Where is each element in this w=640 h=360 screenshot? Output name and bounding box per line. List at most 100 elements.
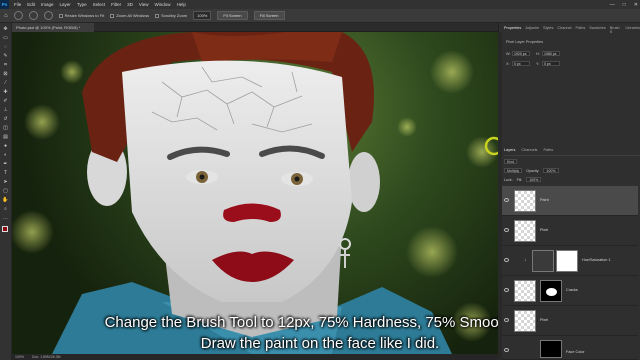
layer-row-paint[interactable]: Paint	[502, 186, 638, 216]
move-tool-icon[interactable]: ✥	[2, 26, 9, 32]
x-field[interactable]: 0 px	[512, 61, 530, 66]
close-button[interactable]: ✕	[634, 2, 638, 8]
layer-name: Hue/Saturation 1	[582, 258, 611, 262]
status-doc-info: Doc: 1.89M/26.3M	[31, 355, 61, 359]
layer-name: Cracks	[566, 288, 578, 292]
document-tab[interactable]: Photo.psd @ 100% (Paint, RGB/8) *	[12, 23, 94, 32]
lasso-tool-icon[interactable]: ◌	[2, 44, 9, 50]
zoom-tool-icon[interactable]: ⌕	[2, 206, 9, 212]
tab-properties[interactable]: Properties	[504, 26, 521, 33]
visibility-eye-icon[interactable]	[504, 258, 509, 262]
menu-view[interactable]: View	[136, 0, 152, 9]
tab-channels[interactable]: Channel	[557, 26, 571, 33]
properties-header: Pixel Layer Properties	[506, 40, 544, 44]
tools-panel: ✥ ▭ ◌ ✎ ⌗ ⊠ ⁄ ✚ ✐ ⊥ ↺ ◫ ▤ ● ◐ ✒ T ➤ ▢ ✋ …	[0, 23, 12, 360]
layer-blend-row: Multiply Opacity: 100%	[504, 168, 559, 173]
lock-label: Lock:	[504, 177, 513, 182]
maximize-button[interactable]: □	[623, 2, 626, 8]
tab-brush-settings[interactable]: Brush S	[610, 26, 622, 34]
eraser-tool-icon[interactable]: ◫	[2, 125, 9, 131]
brush-tool-icon[interactable]: ✐	[2, 98, 9, 104]
layer-kind-filter[interactable]: Kind	[504, 159, 518, 164]
blend-mode-select[interactable]: Multiply	[504, 168, 523, 173]
shape-tool-icon[interactable]: ▢	[2, 188, 9, 194]
photoshop-logo: Ps	[0, 0, 9, 9]
dodge-tool-icon[interactable]: ◐	[2, 152, 9, 158]
layer-name: Pixel	[540, 228, 549, 232]
tab-swatches[interactable]: Swatches	[589, 26, 605, 33]
history-brush-icon[interactable]: ↺	[2, 116, 9, 122]
menu-image[interactable]: Image	[38, 0, 57, 9]
layer-row-cracks[interactable]: Cracks	[502, 276, 638, 306]
resize-windows-checkbox[interactable]: Resize Windows to Fit	[58, 13, 104, 18]
visibility-eye-icon[interactable]	[504, 228, 509, 232]
menu-edit[interactable]: Edit	[24, 0, 38, 9]
eyedropper-tool-icon[interactable]: ⁄	[2, 80, 9, 86]
opacity-field[interactable]: 100%	[543, 168, 559, 173]
document-tab-bar: Photo.psd @ 100% (Paint, RGB/8) *	[12, 23, 498, 32]
menu-filter[interactable]: Filter	[108, 0, 124, 9]
tab-layers[interactable]: Layers	[504, 148, 515, 155]
type-tool-icon[interactable]: T	[2, 170, 9, 176]
visibility-eye-icon[interactable]	[504, 198, 509, 202]
marquee-tool-icon[interactable]: ▭	[2, 35, 9, 41]
more-tools-icon[interactable]: …	[2, 215, 9, 221]
fit-screen-button[interactable]: Fit Screen	[217, 11, 248, 20]
blur-tool-icon[interactable]: ●	[2, 143, 9, 149]
menu-3d[interactable]: 3D	[124, 0, 136, 9]
healing-brush-icon[interactable]: ✚	[2, 89, 9, 95]
home-icon[interactable]: ⌂	[4, 13, 8, 19]
foreground-color-swatch[interactable]	[2, 226, 8, 232]
h-label: H:	[536, 52, 540, 56]
menu-select[interactable]: Select	[90, 0, 109, 9]
document-canvas[interactable]: Change the Brush Tool to 12px, 75% Hardn…	[12, 32, 498, 354]
zoom-out-icon[interactable]	[43, 11, 53, 20]
menu-bar: Ps File Edit Image Layer Type Select Fil…	[0, 0, 640, 9]
menu-window[interactable]: Window	[152, 0, 174, 9]
frame-tool-icon[interactable]: ⊠	[2, 71, 9, 77]
clip-arrow-icon: ↓	[524, 257, 527, 263]
layer-name: Pixel	[540, 318, 549, 322]
zoom-in-icon[interactable]	[28, 11, 38, 20]
pen-tool-icon[interactable]: ✒	[2, 161, 9, 167]
layer-row-hue-saturation[interactable]: ↓ Hue/Saturation 1	[502, 246, 638, 276]
zoom-percent-field[interactable]: 100%	[193, 11, 212, 20]
layers-panel-tabs: Layers Channels Paths	[504, 148, 640, 156]
path-select-icon[interactable]: ➤	[2, 179, 9, 185]
tab-styles[interactable]: Styles	[543, 26, 553, 33]
visibility-eye-icon[interactable]	[504, 348, 509, 352]
zoom-all-checkbox[interactable]: Zoom All Windows	[110, 13, 149, 18]
width-field[interactable]: 1920 px	[512, 51, 530, 56]
photo-image	[12, 32, 498, 354]
hand-tool-icon[interactable]: ✋	[2, 197, 9, 203]
menu-help[interactable]: Help	[174, 0, 189, 9]
fill-screen-button[interactable]: Fill Screen	[253, 11, 285, 20]
y-field[interactable]: 0 px	[542, 61, 560, 66]
crop-tool-icon[interactable]: ⌗	[2, 62, 9, 68]
quick-select-tool-icon[interactable]: ✎	[2, 53, 9, 59]
adjustment-icon	[532, 250, 554, 272]
gradient-tool-icon[interactable]: ▤	[2, 134, 9, 140]
scrubby-zoom-checkbox[interactable]: Scrubby Zoom	[155, 13, 187, 18]
tab-paths[interactable]: Paths	[576, 26, 586, 33]
tab-adjustments[interactable]: Adjustm	[525, 26, 539, 33]
layer-thumbnail	[514, 280, 536, 302]
menu-file[interactable]: File	[11, 0, 24, 9]
minimize-button[interactable]: —	[610, 2, 615, 8]
visibility-eye-icon[interactable]	[504, 288, 509, 292]
tab-layer-paths[interactable]: Paths	[543, 148, 553, 155]
layer-row-pixel-2[interactable]: Pixel	[502, 306, 638, 336]
visibility-eye-icon[interactable]	[504, 318, 509, 322]
layer-row-pixel[interactable]: Pixel	[502, 216, 638, 246]
clone-stamp-icon[interactable]: ⊥	[2, 107, 9, 113]
layer-mask-thumbnail	[556, 250, 578, 272]
fill-field[interactable]: 100%	[526, 177, 542, 182]
caption-line-2: Draw the paint on the face like I did.	[200, 335, 440, 352]
tab-libraries[interactable]: Libraries	[625, 26, 640, 33]
height-field[interactable]: 1080 px	[542, 51, 560, 56]
menu-layer[interactable]: Layer	[57, 0, 74, 9]
tab-layer-channels[interactable]: Channels	[521, 148, 537, 155]
menu-type[interactable]: Type	[74, 0, 90, 9]
zoom-tool-icon[interactable]	[13, 11, 23, 20]
layer-row-face-color[interactable]: Face Color	[502, 336, 638, 360]
